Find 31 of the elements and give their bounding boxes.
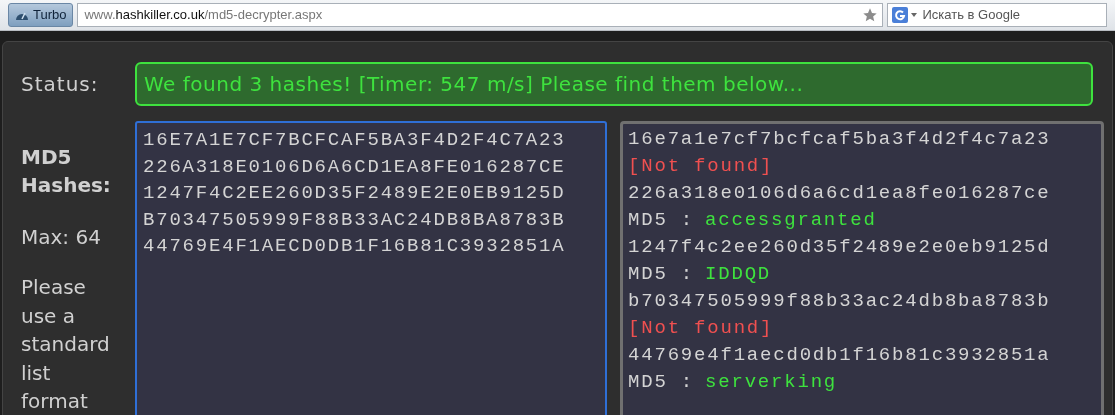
url-text: www.hashkiller.co.uk/md5-decrypter.aspx (84, 7, 323, 23)
input-hash-line: 226A318E0106D6A6CD1EA8FE016287CE (143, 154, 567, 180)
input-hash-line: 44769E4F1AECD0DB1F16B81C3932851A (143, 234, 567, 259)
result-prefix: MD5 : (628, 262, 695, 287)
hash-line: 44769e4f1aecd0db1f16b81c3932851a (628, 343, 1052, 368)
not-found-text: [Not found] (628, 316, 775, 341)
turbo-button[interactable]: Turbo (8, 3, 74, 27)
result-value: serverking (705, 370, 838, 395)
star-icon[interactable] (862, 7, 879, 23)
hash-line: b70347505999f88b33ac24db8ba8783b (628, 289, 1052, 314)
not-found-text: [Not found] (628, 154, 775, 179)
address-bar[interactable]: www.hashkiller.co.uk/md5-decrypter.aspx (77, 3, 884, 27)
input-hash-line: 1247F4C2EE260D35F2489E2E0EB9125D (143, 181, 567, 206)
search-field[interactable]: Искать в Google (887, 3, 1107, 27)
status-label: Status: (21, 71, 100, 98)
hashes-label: MD5 Hashes: (21, 144, 112, 199)
hash-input-area[interactable]: 16E7A1E7CF7BCFCAF5BA3F4D2F4C7A23 226A318E0106D6A6CD1EA8FE016287CE 1247F4C2EE260D35F2489E2E0EB9125D B70347505999F88B33AC24DB8BA8783B 44769E4F1AECD0DB1F16B81C3932851A (135, 121, 608, 415)
result-prefix: MD5 : (628, 370, 695, 395)
search-input[interactable]: Искать в Google (922, 5, 1102, 25)
hash-line: 226a318e0106d6a6cd1ea8fe016287ce (628, 181, 1052, 206)
format-hint: Please use a standard list format (21, 274, 111, 415)
result-value: IDDQD (705, 262, 772, 287)
search-engine-icon[interactable] (892, 7, 919, 23)
result-value: accessgranted (705, 208, 877, 233)
hash-line: 1247f4c2ee260d35f2489e2e0eb9125d (628, 235, 1052, 260)
status-message: We found 3 hashes! [Timer: 547 m/s] Please find them below... (135, 62, 1093, 106)
input-hash-line: B70347505999F88B33AC24DB8BA8783B (143, 207, 567, 233)
result-prefix: MD5 : (628, 208, 695, 233)
hash-line: 16e7a1e7cf7bcfcaf5ba3f4d2f4c7a23 (628, 127, 1052, 152)
max-label: Max: 64 (21, 224, 102, 251)
input-hash-line: 16E7A1E7CF7BCFCAF5BA3F4D2F4C7A23 (143, 128, 567, 153)
